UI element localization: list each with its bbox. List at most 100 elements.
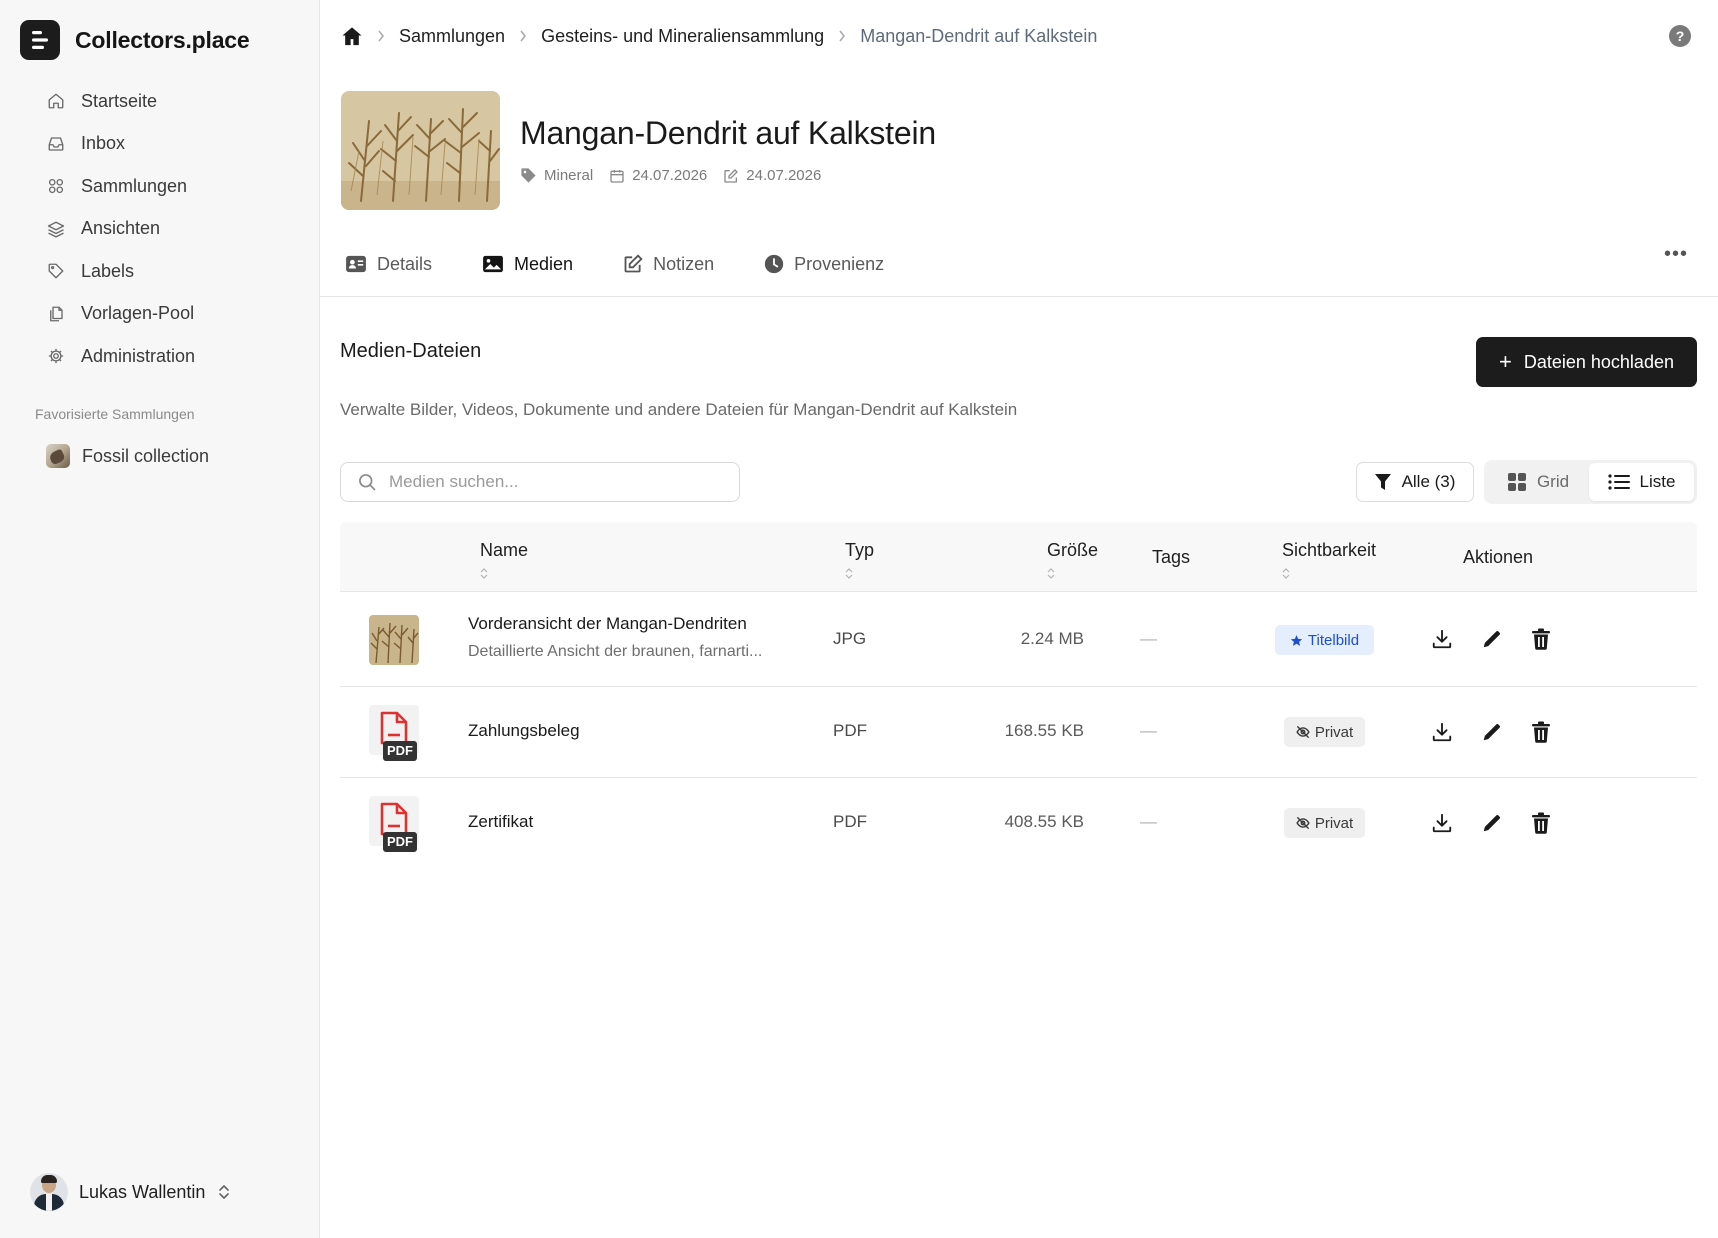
file-name-cell: Vorderansicht der Mangan-Dendriten Detai… — [468, 614, 798, 661]
item-created: 24.07.2026 — [609, 167, 707, 184]
trash-icon[interactable] — [1528, 626, 1554, 652]
pdf-file-icon: PDF — [369, 796, 423, 852]
media-section-title: Medien-Dateien — [340, 340, 482, 362]
sidebar-item-inbox[interactable]: Inbox — [34, 123, 304, 166]
view-grid-label: Grid — [1536, 472, 1570, 491]
chevron-right-icon — [838, 30, 846, 42]
sidebar-item-label: Administration — [81, 345, 196, 366]
user-name: Lukas Wallentin — [79, 1181, 206, 1202]
file-name[interactable]: Vorderansicht der Mangan-Dendriten — [468, 614, 798, 634]
sidebar-item-ansichten[interactable]: Ansichten — [34, 208, 304, 251]
table-row[interactable]: Vorderansicht der Mangan-Dendriten Detai… — [340, 592, 1697, 687]
help-icon[interactable]: ? — [1669, 25, 1691, 47]
sidebar-item-labels[interactable]: Labels — [34, 250, 304, 293]
sidebar-item-label: Ansichten — [81, 218, 161, 239]
chevron-right-icon — [519, 30, 527, 42]
item-category-label: Mineral — [544, 167, 594, 184]
tag-icon — [46, 261, 66, 281]
file-tags: — — [1140, 812, 1157, 831]
edit-icon — [623, 254, 653, 274]
avatar — [30, 1173, 68, 1211]
favorites-title: Favorisierte Sammlungen — [35, 406, 195, 422]
tag-icon — [520, 167, 544, 184]
tab-medien[interactable]: Medien — [482, 254, 573, 275]
table-header: Name Typ Größe Tags Sichtbarkeit Aktione… — [340, 522, 1697, 592]
file-name[interactable]: Zahlungsbeleg — [468, 721, 798, 741]
filter-button[interactable]: Alle (3) — [1356, 462, 1474, 502]
item-modified-date: 24.07.2026 — [746, 167, 822, 184]
sort-icon — [480, 563, 528, 584]
file-name[interactable]: Zertifikat — [468, 812, 798, 832]
tab-details[interactable]: Details — [345, 254, 432, 275]
view-list-button[interactable]: Liste — [1589, 463, 1694, 501]
column-actions: Aktionen — [1463, 547, 1533, 568]
tab-label: Provenienz — [794, 253, 885, 274]
sidebar-item-vorlagen-pool[interactable]: Vorlagen-Pool — [34, 293, 304, 336]
star-icon — [1290, 634, 1308, 647]
edit-icon[interactable] — [1479, 719, 1505, 745]
filter-icon — [1374, 473, 1402, 491]
badge-label: Titelbild — [1307, 631, 1360, 649]
sidebar-item-sammlungen[interactable]: Sammlungen — [34, 165, 304, 208]
tab-notizen[interactable]: Notizen — [623, 254, 714, 275]
download-icon[interactable] — [1429, 719, 1455, 745]
logo-icon — [20, 20, 60, 60]
layers-icon — [46, 219, 66, 239]
upload-label: Dateien hochladen — [1523, 351, 1674, 372]
status-badge: Titelbild — [1275, 625, 1374, 655]
column-size[interactable]: Größe — [1047, 540, 1098, 584]
chevron-right-icon — [377, 30, 385, 42]
sort-icon — [845, 563, 874, 584]
plus-icon: + — [1499, 349, 1512, 374]
collection-thumbnail — [46, 444, 70, 468]
more-icon[interactable]: ••• — [1664, 243, 1688, 266]
sidebar-item-label: Vorlagen-Pool — [81, 303, 195, 324]
upload-files-button[interactable]: + Dateien hochladen — [1476, 337, 1697, 387]
file-tags: — — [1140, 721, 1157, 740]
home-icon[interactable] — [341, 26, 363, 46]
table-row[interactable]: PDF Zertifikat PDF 408.55 KB — Privat — [340, 778, 1697, 869]
file-name-cell: Zahlungsbeleg — [468, 721, 798, 741]
column-type[interactable]: Typ — [845, 540, 874, 584]
download-icon[interactable] — [1429, 626, 1455, 652]
column-label: Typ — [845, 540, 875, 560]
search-input[interactable] — [389, 472, 719, 492]
table-row[interactable]: PDF Zahlungsbeleg PDF 168.55 KB — Privat — [340, 687, 1697, 778]
edit-icon[interactable] — [1479, 626, 1505, 652]
trash-icon[interactable] — [1528, 810, 1554, 836]
media-table: Name Typ Größe Tags Sichtbarkeit Aktione… — [340, 522, 1697, 869]
sidebar-item-label: Labels — [81, 260, 135, 281]
download-icon[interactable] — [1429, 810, 1455, 836]
grid-icon — [1507, 472, 1537, 492]
sidebar-item-startseite[interactable]: Startseite — [34, 80, 304, 123]
file-name-cell: Zertifikat — [468, 812, 798, 832]
user-menu[interactable]: Lukas Wallentin — [30, 1172, 231, 1212]
file-tags: — — [1140, 629, 1157, 648]
gear-icon — [46, 346, 66, 366]
item-tabs: Details Medien Notizen Provenienz — [345, 246, 934, 282]
id-card-icon — [345, 255, 377, 273]
file-description: Detaillierte Ansicht der braunen, farnar… — [468, 643, 763, 660]
sidebar: Collectors.place Startseite Inbox Sammlu… — [0, 0, 320, 1238]
trash-icon[interactable] — [1528, 719, 1554, 745]
brand[interactable]: Collectors.place — [20, 19, 250, 61]
filter-label: Alle (3) — [1401, 472, 1456, 491]
column-name[interactable]: Name — [480, 540, 528, 584]
favorite-item-fossil-collection[interactable]: Fossil collection — [46, 440, 209, 472]
tab-label: Details — [377, 253, 433, 274]
item-title: Mangan-Dendrit auf Kalkstein — [520, 115, 936, 151]
breadcrumb-sammlungen[interactable]: Sammlungen — [399, 26, 505, 47]
sidebar-item-label: Sammlungen — [81, 175, 188, 196]
edit-icon[interactable] — [1479, 810, 1505, 836]
app-name: Collectors.place — [75, 26, 250, 53]
breadcrumb-collection[interactable]: Gesteins- und Mineraliensammlung — [541, 26, 824, 47]
tab-label: Medien — [514, 253, 574, 274]
tab-provenienz[interactable]: Provenienz — [764, 254, 884, 275]
column-visibility[interactable]: Sichtbarkeit — [1282, 540, 1376, 584]
file-thumbnail — [369, 615, 419, 665]
chevron-up-down-icon — [217, 1183, 231, 1201]
tab-label: Notizen — [653, 253, 715, 274]
file-size: 2.24 MB — [1020, 629, 1084, 648]
sidebar-item-administration[interactable]: Administration — [34, 335, 304, 378]
view-grid-button[interactable]: Grid — [1487, 463, 1589, 501]
